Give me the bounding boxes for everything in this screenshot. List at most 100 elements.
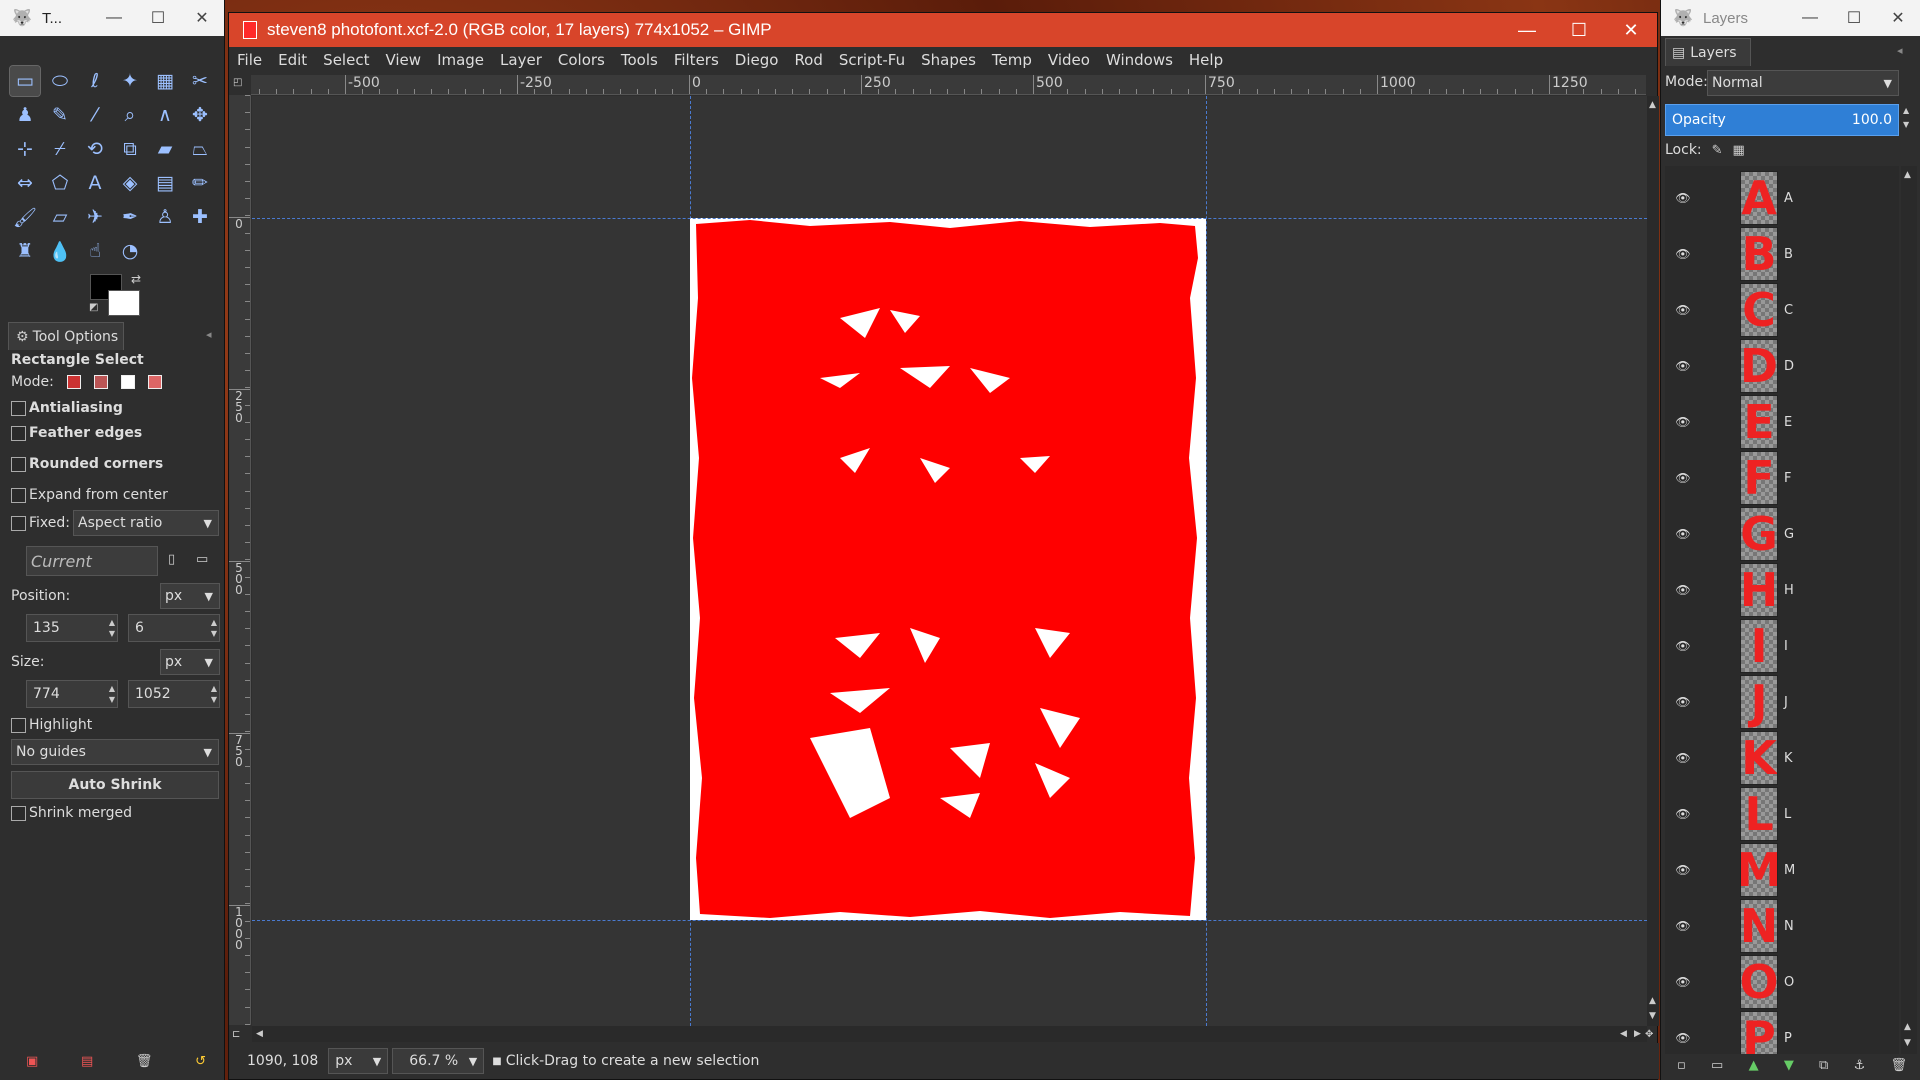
- fixed-check[interactable]: [11, 515, 26, 531]
- dock-menu-icon[interactable]: ◂: [1897, 44, 1903, 57]
- lock-pixels-icon[interactable]: ✎: [1712, 143, 1723, 158]
- lock-alpha-icon[interactable]: ▦: [1733, 143, 1745, 158]
- layer-thumbnail[interactable]: K: [1740, 731, 1778, 785]
- layer-thumbnail[interactable]: E: [1740, 395, 1778, 449]
- visibility-eye-icon[interactable]: 👁: [1668, 639, 1698, 653]
- scale-icon[interactable]: ⧉: [115, 134, 145, 164]
- menu-image[interactable]: Image: [437, 51, 484, 69]
- minimize-icon[interactable]: —: [1788, 9, 1832, 27]
- layer-thumbnail[interactable]: N: [1740, 899, 1778, 953]
- navigate-icon[interactable]: ⊏: [232, 1029, 240, 1040]
- blur-icon[interactable]: 💧: [45, 236, 75, 266]
- menu-edit[interactable]: Edit: [278, 51, 307, 69]
- move-icon[interactable]: ✥: [185, 100, 215, 130]
- menu-colors[interactable]: Colors: [558, 51, 605, 69]
- visibility-eye-icon[interactable]: 👁: [1668, 863, 1698, 877]
- feather-edges-checkbox[interactable]: Feather edges: [11, 425, 142, 441]
- visibility-eye-icon[interactable]: 👁: [1668, 751, 1698, 765]
- bucket-fill-icon[interactable]: ◈: [115, 168, 145, 198]
- layer-thumbnail[interactable]: I: [1740, 619, 1778, 673]
- ellipse-select-icon[interactable]: ⬭: [45, 66, 75, 96]
- horizontal-scrollbar[interactable]: ◀ ◀ ▶: [252, 1026, 1647, 1042]
- anchor-layer-icon[interactable]: ⚓: [1854, 1058, 1866, 1073]
- rounded-corners-checkbox[interactable]: Rounded corners: [11, 456, 163, 472]
- position-y-input[interactable]: 6 ▲ ▼: [128, 614, 220, 642]
- alignment-icon[interactable]: ⊹: [10, 134, 40, 164]
- image-canvas[interactable]: [690, 218, 1206, 920]
- mode-subtract-button[interactable]: [120, 375, 135, 389]
- visibility-eye-icon[interactable]: 👁: [1668, 359, 1698, 373]
- smudge-icon[interactable]: ☝: [80, 236, 110, 266]
- visibility-eye-icon[interactable]: 👁: [1668, 191, 1698, 205]
- layer-row[interactable]: 👁 D D: [1665, 338, 1899, 394]
- maximize-icon[interactable]: ☐: [136, 8, 180, 28]
- rounded-corners-check[interactable]: [11, 456, 26, 472]
- antialiasing-check[interactable]: [11, 400, 26, 416]
- delete-layer-icon[interactable]: 🗑: [1890, 1058, 1907, 1073]
- menu-shapes[interactable]: Shapes: [921, 51, 976, 69]
- landscape-icon[interactable]: ▭: [196, 552, 208, 567]
- antialiasing-checkbox[interactable]: Antialiasing: [11, 400, 123, 416]
- layer-name[interactable]: G: [1784, 527, 1794, 542]
- scroll-up-icon[interactable]: ▲: [1904, 170, 1911, 180]
- foreground-select-icon[interactable]: ♟: [10, 100, 40, 130]
- close-icon[interactable]: ✕: [1876, 8, 1920, 28]
- layer-row[interactable]: 👁 F F: [1665, 450, 1899, 506]
- ruler-horizontal[interactable]: -500 -250 0 250 500 750 1000 1250: [251, 75, 1646, 95]
- perspective-icon[interactable]: ⏢: [185, 134, 215, 164]
- visibility-eye-icon[interactable]: 👁: [1668, 471, 1698, 485]
- layer-name[interactable]: E: [1784, 415, 1792, 430]
- ink-icon[interactable]: ✒: [115, 202, 145, 232]
- mode-replace-button[interactable]: [66, 375, 81, 389]
- perspective-clone-icon[interactable]: ♜: [10, 236, 40, 266]
- crop-icon[interactable]: ⌿: [45, 134, 75, 164]
- layer-thumbnail[interactable]: F: [1740, 451, 1778, 505]
- layer-name[interactable]: P: [1784, 1031, 1792, 1046]
- unit-combo[interactable]: px ▼: [328, 1048, 389, 1074]
- feather-edges-check[interactable]: [11, 425, 26, 441]
- maximize-icon[interactable]: ☐: [1553, 20, 1605, 41]
- scroll-up-icon[interactable]: ▲: [1649, 100, 1656, 110]
- close-icon[interactable]: ✕: [1605, 20, 1657, 41]
- layer-name[interactable]: M: [1784, 863, 1795, 878]
- visibility-eye-icon[interactable]: 👁: [1668, 415, 1698, 429]
- visibility-eye-icon[interactable]: 👁: [1668, 303, 1698, 317]
- spin-arrows-icon[interactable]: ▲ ▼: [1903, 104, 1909, 132]
- layer-thumbnail[interactable]: L: [1740, 787, 1778, 841]
- layer-row[interactable]: 👁 G G: [1665, 506, 1899, 562]
- new-group-icon[interactable]: ▭: [1711, 1058, 1723, 1073]
- layer-row[interactable]: 👁 MM: [1665, 842, 1899, 898]
- menu-tools[interactable]: Tools: [621, 51, 658, 69]
- portrait-icon[interactable]: ▯: [168, 552, 175, 567]
- lower-layer-icon[interactable]: ▼: [1784, 1058, 1794, 1073]
- highlight-check[interactable]: [11, 717, 26, 733]
- layer-row[interactable]: 👁 N N: [1665, 898, 1899, 954]
- tab-tool-options[interactable]: ⚙ Tool Options: [8, 322, 124, 350]
- layer-name[interactable]: I: [1784, 639, 1788, 654]
- position-unit-combo[interactable]: px ▼: [160, 583, 220, 609]
- scroll-left-icon[interactable]: ◀: [256, 1029, 263, 1039]
- layer-thumbnail[interactable]: H: [1740, 563, 1778, 617]
- layer-name[interactable]: J: [1784, 695, 1788, 710]
- menu-layer[interactable]: Layer: [500, 51, 542, 69]
- spin-arrows-icon[interactable]: ▲ ▼: [109, 617, 115, 639]
- fixed-checkbox[interactable]: Fixed:: [11, 515, 70, 531]
- flip-icon[interactable]: ⇔: [10, 168, 40, 198]
- layer-name[interactable]: B: [1784, 247, 1793, 262]
- layer-row[interactable]: 👁 A A: [1665, 170, 1899, 226]
- paths-icon[interactable]: ✎: [45, 100, 75, 130]
- menu-filters[interactable]: Filters: [674, 51, 719, 69]
- shear-icon[interactable]: ▰: [150, 134, 180, 164]
- expand-from-center-checkbox[interactable]: Expand from center: [11, 487, 168, 503]
- layer-thumbnail[interactable]: M: [1740, 843, 1778, 897]
- layer-row[interactable]: 👁 B B: [1665, 226, 1899, 282]
- layer-thumbnail[interactable]: J: [1740, 675, 1778, 729]
- color-picker-icon[interactable]: ⁄: [80, 100, 110, 130]
- paintbrush-icon[interactable]: 🖌: [10, 202, 40, 232]
- visibility-eye-icon[interactable]: 👁: [1668, 247, 1698, 261]
- menu-video[interactable]: Video: [1048, 51, 1090, 69]
- layer-row[interactable]: 👁 P P: [1665, 1010, 1899, 1054]
- blend-icon[interactable]: ▤: [150, 168, 180, 198]
- layer-thumbnail[interactable]: D: [1740, 339, 1778, 393]
- raise-layer-icon[interactable]: ▲: [1749, 1058, 1759, 1073]
